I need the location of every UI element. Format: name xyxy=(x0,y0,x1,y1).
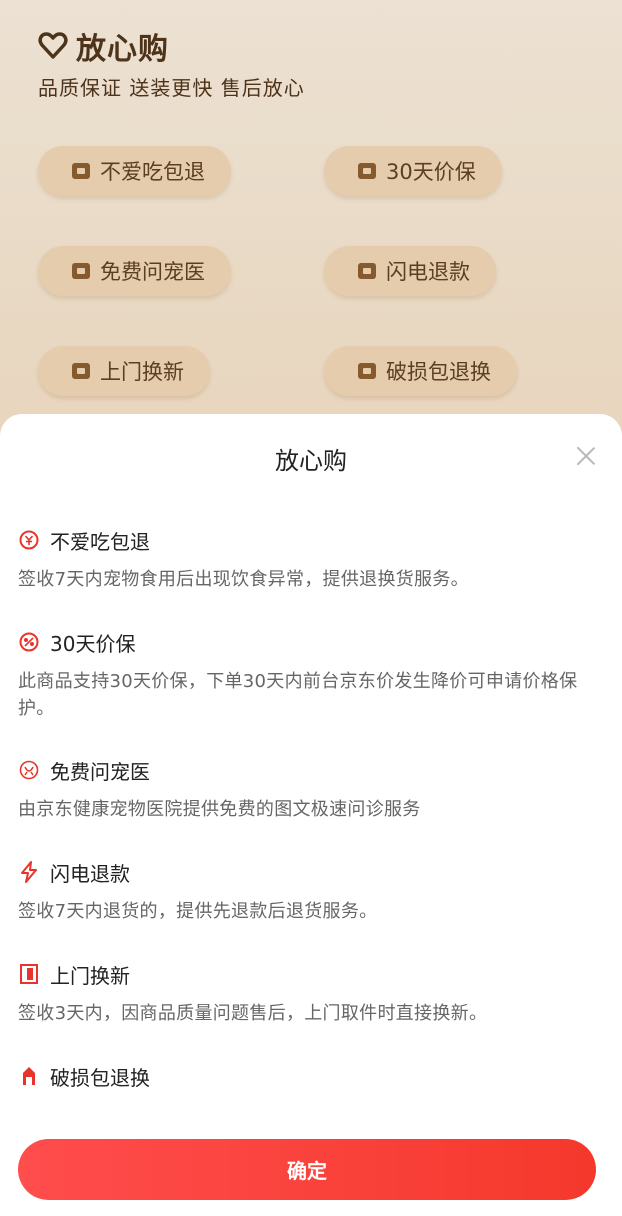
list-item-door-replace: 上门换新 签收3天内，因商品质量问题售后，上门取件时直接换新。 xyxy=(18,960,608,1027)
item-desc: 签收3天内，因商品质量问题售后，上门取件时直接换新。 xyxy=(18,1003,488,1024)
package-icon xyxy=(18,1065,40,1087)
item-desc: 由京东健康宠物医院提供免费的图文极速问诊服务 xyxy=(18,799,421,820)
confirm-button[interactable]: 确定 xyxy=(18,1139,596,1200)
pet-doctor-icon xyxy=(18,759,40,781)
list-item-damage-return: 破损包退换 xyxy=(18,1062,608,1090)
list-item-price-protect: 30天价保 此商品支持30天价保，下单30天内前台京东价发生降价可申请价格保护。 xyxy=(18,628,608,722)
list-item-pet-doctor: 免费问宠医 由京东健康宠物医院提供免费的图文极速问诊服务 xyxy=(18,756,608,823)
list-item-no-like-refund: 不爱吃包退 签收7天内宠物食用后出现饮食异常，提供退换货服务。 xyxy=(18,526,608,593)
item-desc: 此商品支持30天价保，下单30天内前台京东价发生降价可申请价格保护。 xyxy=(18,671,578,719)
refund-coin-icon xyxy=(18,529,40,551)
item-title: 免费问宠医 xyxy=(50,759,150,784)
item-title: 破损包退换 xyxy=(50,1065,150,1090)
item-desc: 签收7天内宠物食用后出现饮食异常，提供退换货服务。 xyxy=(18,569,469,590)
item-title: 不爱吃包退 xyxy=(50,529,150,554)
close-icon[interactable] xyxy=(576,446,596,466)
item-title: 闪电退款 xyxy=(50,861,130,886)
item-title: 30天价保 xyxy=(50,631,136,656)
door-icon xyxy=(18,963,40,985)
sheet-title: 放心购 xyxy=(275,447,347,475)
bottom-sheet: 放心购 不爱吃包退 签收7天内宠物食用后出现饮食异常，提供退换货服务。 30天价… xyxy=(0,414,622,1216)
item-title: 上门换新 xyxy=(50,963,130,988)
fade-mask xyxy=(0,1104,622,1134)
list-item-flash-refund: 闪电退款 签收7天内退货的，提供先退款后退货服务。 xyxy=(18,858,608,925)
item-desc: 签收7天内退货的，提供先退款后退货服务。 xyxy=(18,901,378,922)
price-protect-icon xyxy=(18,631,40,653)
lightning-icon xyxy=(18,861,40,883)
